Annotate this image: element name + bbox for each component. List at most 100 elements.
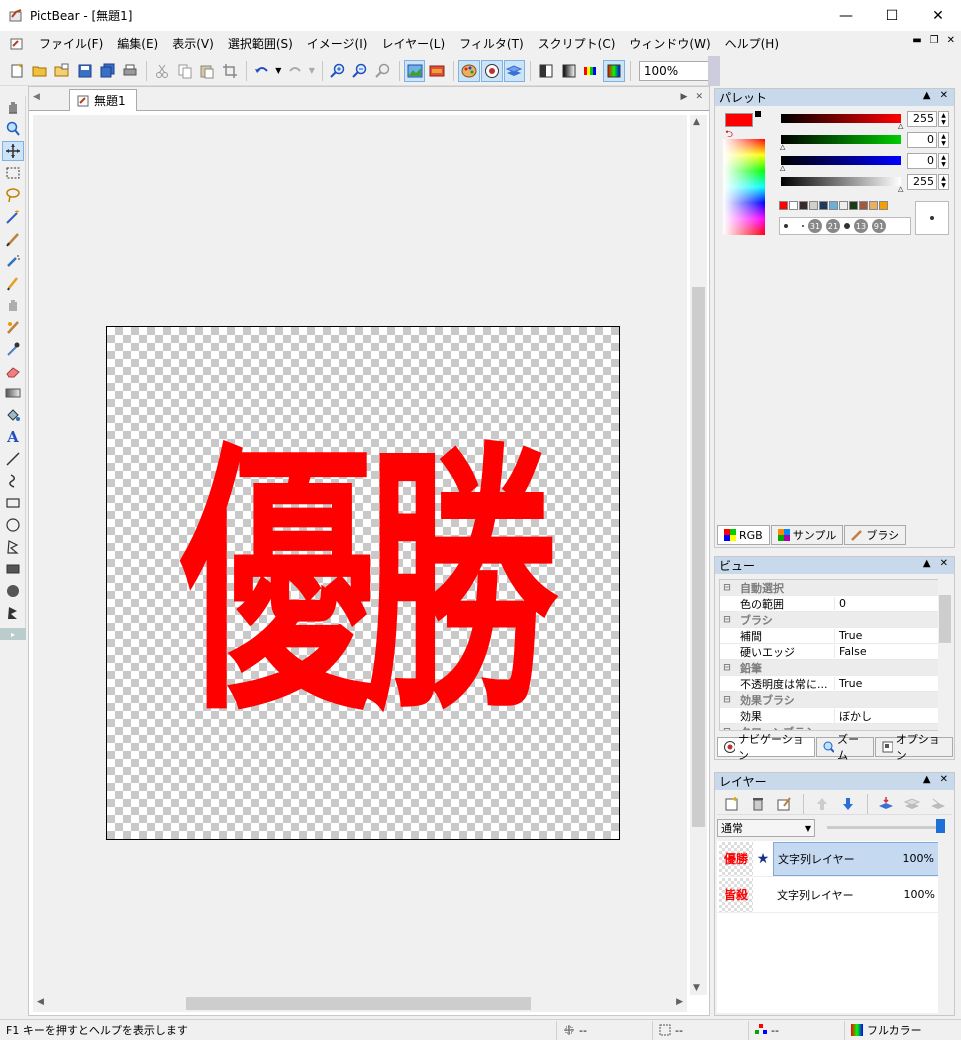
layers-panel-icon[interactable] [503, 59, 526, 82]
merge-layer-icon[interactable] [875, 793, 897, 815]
color-swatch[interactable] [869, 201, 878, 210]
rect-select-icon[interactable] [2, 163, 24, 183]
menu-script[interactable]: スクリプト(C) [531, 33, 623, 55]
magic-wand-icon[interactable] [2, 207, 24, 227]
new-file-icon[interactable] [6, 60, 28, 82]
property-scroll-thumb[interactable] [939, 595, 951, 643]
zoom-tool-icon[interactable] [2, 119, 24, 139]
lasso-icon[interactable] [2, 185, 24, 205]
gradient-mode-icon[interactable] [558, 60, 580, 82]
property-value[interactable]: 0 [834, 597, 938, 610]
collapse-icon[interactable]: ▲ [923, 774, 931, 785]
airbrush-icon[interactable] [2, 251, 24, 271]
menu-window[interactable]: ウィンドウ(W) [622, 33, 717, 55]
filled-polygon-icon[interactable] [2, 603, 24, 623]
open-folder-icon[interactable] [29, 60, 51, 82]
close-icon[interactable]: ✕ [940, 90, 948, 101]
menu-help[interactable]: ヘルプ(H) [718, 33, 786, 55]
brush-icon[interactable] [2, 229, 24, 249]
palette-panel-icon[interactable] [458, 59, 480, 82]
move-layer-up-icon[interactable] [811, 793, 833, 815]
close-icon[interactable]: ✕ [940, 558, 948, 569]
move-layer-down-icon[interactable] [837, 793, 859, 815]
menu-file[interactable]: ファイル(F) [32, 33, 110, 55]
property-category[interactable]: ⊟ ブラシ [720, 612, 938, 628]
property-value[interactable]: True [834, 629, 938, 642]
minimize-button[interactable]: — [823, 0, 869, 31]
property-row[interactable]: 色の範囲 0 [720, 596, 938, 612]
collapse-category-icon[interactable]: ⊟ [720, 663, 734, 673]
property-scrollbar[interactable] [938, 579, 952, 731]
red-slider-marker-icon[interactable]: △ [898, 122, 903, 130]
blend-mode-select[interactable]: 通常 ▼ [717, 819, 815, 837]
collapse-icon[interactable]: ▲ [923, 90, 931, 101]
fullscreen-icon[interactable] [426, 60, 448, 82]
canvas-workspace[interactable]: 優勝 [33, 115, 687, 995]
flatten-image-icon[interactable] [927, 793, 949, 815]
zoom-in-icon[interactable] [327, 60, 349, 82]
open-recent-icon[interactable] [51, 60, 73, 82]
layer-row[interactable]: 皆殺 文字列レイヤー 100% [717, 877, 939, 913]
collapse-category-icon[interactable]: ⊟ [720, 615, 734, 625]
brush-size-option[interactable]: 13 [854, 219, 868, 233]
close-icon[interactable]: ✕ [940, 774, 948, 785]
opacity-slider-handle[interactable] [936, 819, 945, 833]
rectangle-tool-icon[interactable] [2, 493, 24, 513]
background-color-swatch[interactable] [755, 111, 761, 117]
brush-size-option[interactable]: 91 [872, 219, 886, 233]
close-button[interactable]: ✕ [915, 0, 961, 31]
alpha-spinner[interactable]: ▲ ▼ [938, 174, 949, 190]
menu-image[interactable]: イメージ(I) [300, 33, 375, 55]
cut-icon[interactable] [151, 60, 173, 82]
active-layer-star-icon[interactable]: ★ [753, 851, 773, 867]
line-tool-icon[interactable] [2, 449, 24, 469]
brush-size-strip[interactable]: 31 21 13 91 [779, 217, 911, 235]
save-all-icon[interactable] [97, 60, 119, 82]
full-color-icon[interactable] [603, 59, 625, 82]
blue-spinner[interactable]: ▲ ▼ [938, 153, 949, 169]
green-spinner[interactable]: ▲ ▼ [938, 132, 949, 148]
scroll-down-icon[interactable]: ▼ [693, 983, 700, 993]
foreground-color-swatch[interactable] [725, 113, 753, 127]
tab-close-icon[interactable]: ✕ [695, 92, 703, 102]
collapse-icon[interactable]: ▲ [923, 558, 931, 569]
mdi-close-icon[interactable]: ✕ [947, 35, 955, 46]
pencil-icon[interactable] [2, 273, 24, 293]
blue-slider-marker-icon[interactable]: △ [780, 164, 785, 172]
color-bars-icon[interactable] [581, 60, 603, 82]
tab-brush[interactable]: ブラシ [844, 525, 907, 545]
move-tool-icon[interactable] [2, 141, 24, 161]
menu-edit[interactable]: 編集(E) [110, 33, 165, 55]
brush-size-dot[interactable] [784, 224, 788, 228]
alpha-slider-marker-icon[interactable]: △ [898, 185, 903, 193]
curve-tool-icon[interactable] [2, 471, 24, 491]
menu-view[interactable]: 表示(V) [165, 33, 221, 55]
delete-layer-icon[interactable] [747, 793, 769, 815]
merge-visible-icon[interactable] [901, 793, 923, 815]
image-window-icon[interactable] [403, 59, 426, 82]
scroll-up-icon[interactable]: ▲ [693, 117, 700, 127]
color-swatch[interactable] [809, 201, 818, 210]
tab-zoom[interactable]: ズーム [816, 733, 874, 762]
copy-icon[interactable] [174, 60, 196, 82]
color-swatch[interactable] [849, 201, 858, 210]
green-slider-marker-icon[interactable]: △ [780, 143, 785, 151]
fill-bucket-icon[interactable] [2, 405, 24, 425]
blue-slider[interactable] [781, 156, 901, 165]
horizontal-scrollbar[interactable]: ◀ ▶ [33, 995, 687, 1012]
document-icon[interactable] [8, 35, 26, 53]
scroll-right-icon[interactable]: ▶ [676, 997, 683, 1007]
color-swatch[interactable] [859, 201, 868, 210]
image-canvas[interactable]: 優勝 [106, 326, 620, 840]
green-slider[interactable] [781, 135, 901, 144]
collapse-category-icon[interactable]: ⊟ [720, 727, 734, 731]
color-swatch[interactable] [879, 201, 888, 210]
expand-arrow-icon[interactable]: ▸ [0, 628, 26, 640]
property-row[interactable]: 不透明度は常に... True [720, 676, 938, 692]
horizontal-scroll-thumb[interactable] [186, 997, 531, 1010]
clone-brush-icon[interactable] [2, 317, 24, 337]
tab-scroll-left-icon[interactable]: ◀ [33, 92, 40, 102]
gradient-tool-icon[interactable] [2, 383, 24, 403]
red-value-input[interactable]: 255 [907, 111, 937, 127]
undo-icon[interactable] [251, 60, 273, 82]
